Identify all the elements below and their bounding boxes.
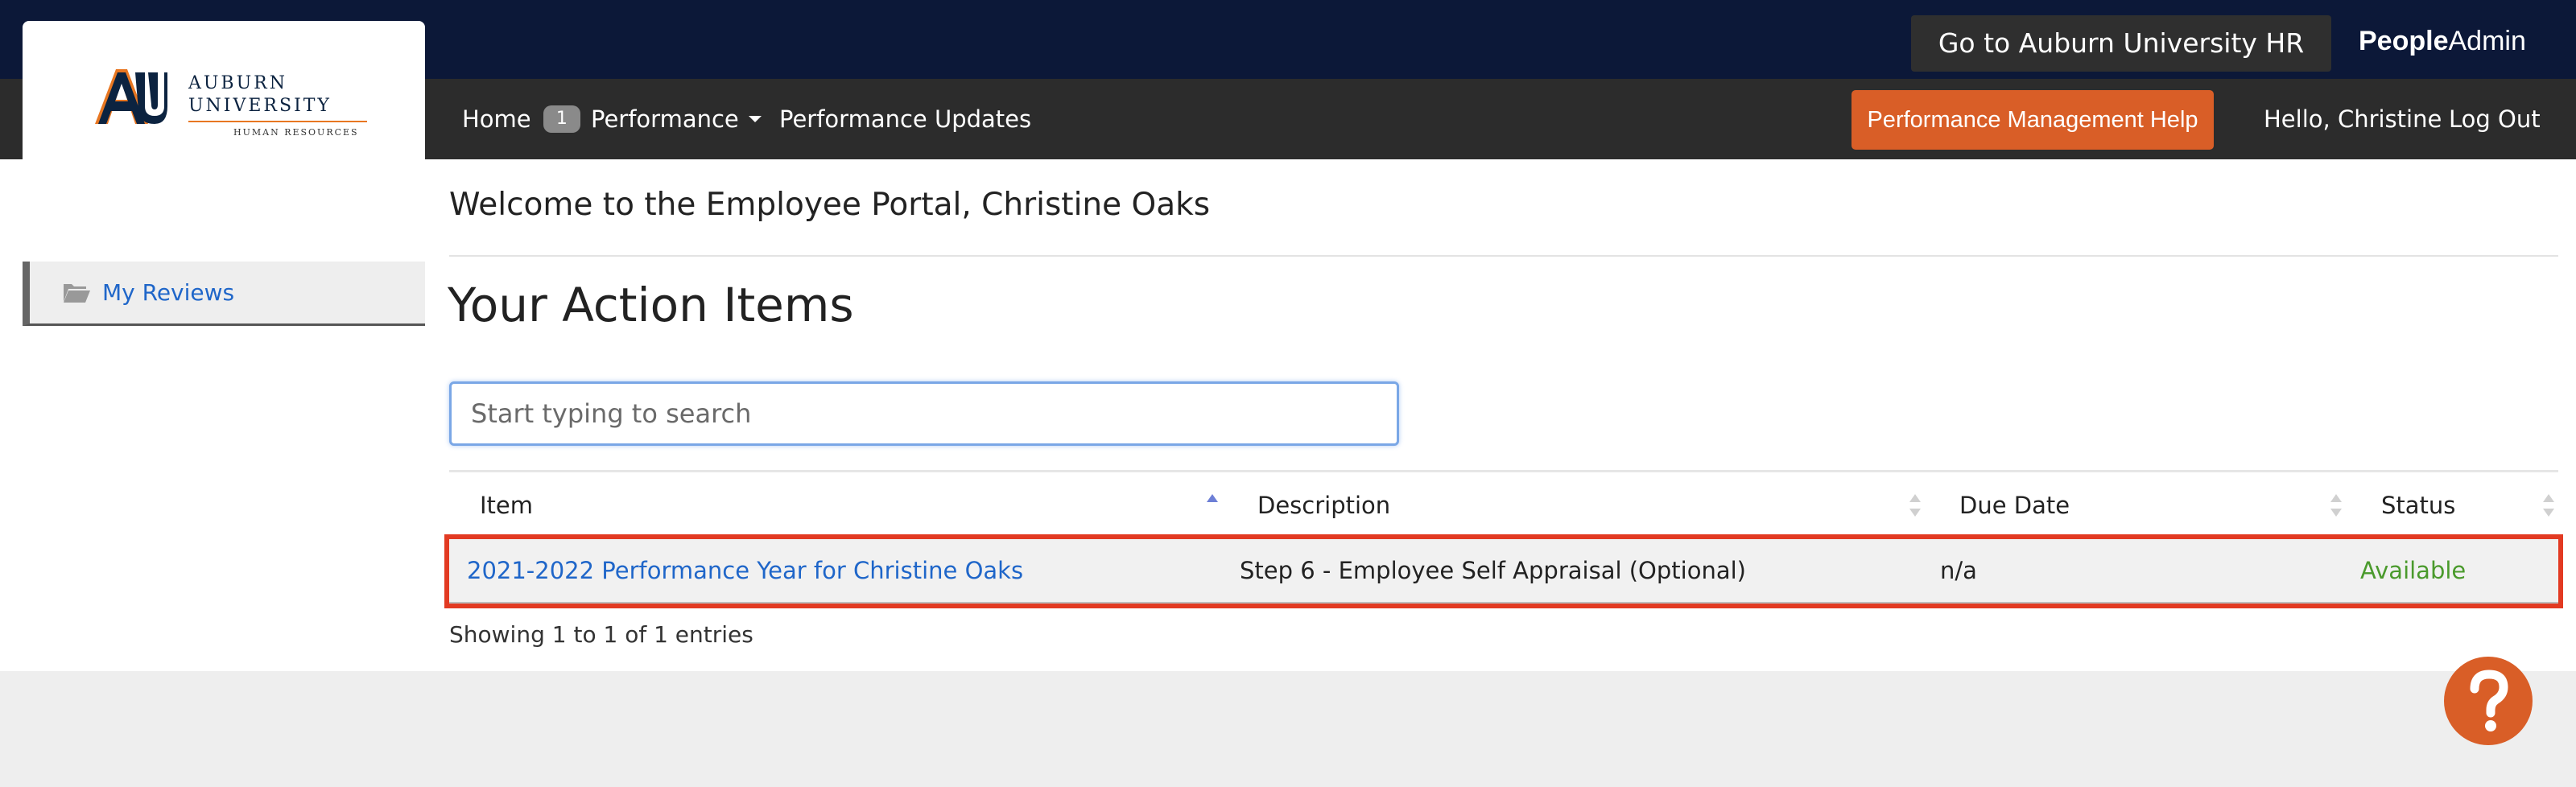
auburn-logo[interactable]: AUBURN UNIVERSITY HUMAN RESOURCES [23,21,425,159]
row-due-date: n/a [1940,557,1977,584]
user-greeting[interactable]: Hello, Christine [2264,79,2442,159]
review-link[interactable]: 2021-2022 Performance Year for Christine… [467,538,1023,604]
sort-both-icon[interactable] [2329,492,2343,518]
nav-home[interactable]: Home 1 [462,79,580,159]
column-header-description[interactable]: Description [1257,473,1390,538]
help-button[interactable] [2444,657,2533,745]
column-header-status[interactable]: Status [2381,473,2455,538]
logo-department: HUMAN RESOURCES [233,127,359,138]
sidebar-item-label: My Reviews [102,279,235,306]
sort-ascending-icon[interactable] [1205,492,1220,518]
question-mark-icon [2470,670,2508,731]
logo-rule [188,121,367,122]
brand-bold: People [2359,26,2449,56]
nav-performance-label: Performance [591,105,739,133]
nav-performance-dropdown[interactable]: Performance [591,79,762,159]
nav-performance-updates[interactable]: Performance Updates [779,79,1031,159]
hr-site-button[interactable]: Go to Auburn University HR Site [1911,15,2331,115]
sort-both-icon[interactable] [1908,492,1922,518]
divider [449,255,2558,257]
search-input[interactable] [449,381,1399,446]
performance-help-button[interactable]: Performance Management Help [1852,90,2214,150]
peopleadmin-logo: PeopleAdmin [2359,21,2526,61]
nav-home-label: Home [462,105,531,133]
sidebar-item-my-reviews[interactable]: My Reviews [23,262,425,326]
welcome-heading: Welcome to the Employee Portal, Christin… [449,187,1211,223]
home-count-badge: 1 [543,105,580,133]
page-footer [0,671,2576,787]
table-top-border [449,470,2558,472]
column-header-item[interactable]: Item [480,473,533,538]
logo-university-name: AUBURN UNIVERSITY [188,73,332,116]
sort-both-icon[interactable] [2541,492,2556,518]
auburn-au-logo-icon [95,69,167,124]
page-title: Your Action Items [448,278,854,332]
folder-open-icon [64,284,90,303]
table-summary: Showing 1 to 1 of 1 entries [449,621,753,648]
row-status: Available [2360,557,2467,584]
caret-down-icon [748,116,762,122]
logo-wordmark: AUBURN UNIVERSITY HUMAN RESOURCES [188,72,382,138]
row-description: Step 6 - Employee Self Appraisal (Option… [1240,557,1746,584]
brand-regular: Admin [2448,26,2526,56]
column-header-due-date[interactable]: Due Date [1959,473,2070,538]
logout-link[interactable]: Log Out [2449,79,2541,159]
